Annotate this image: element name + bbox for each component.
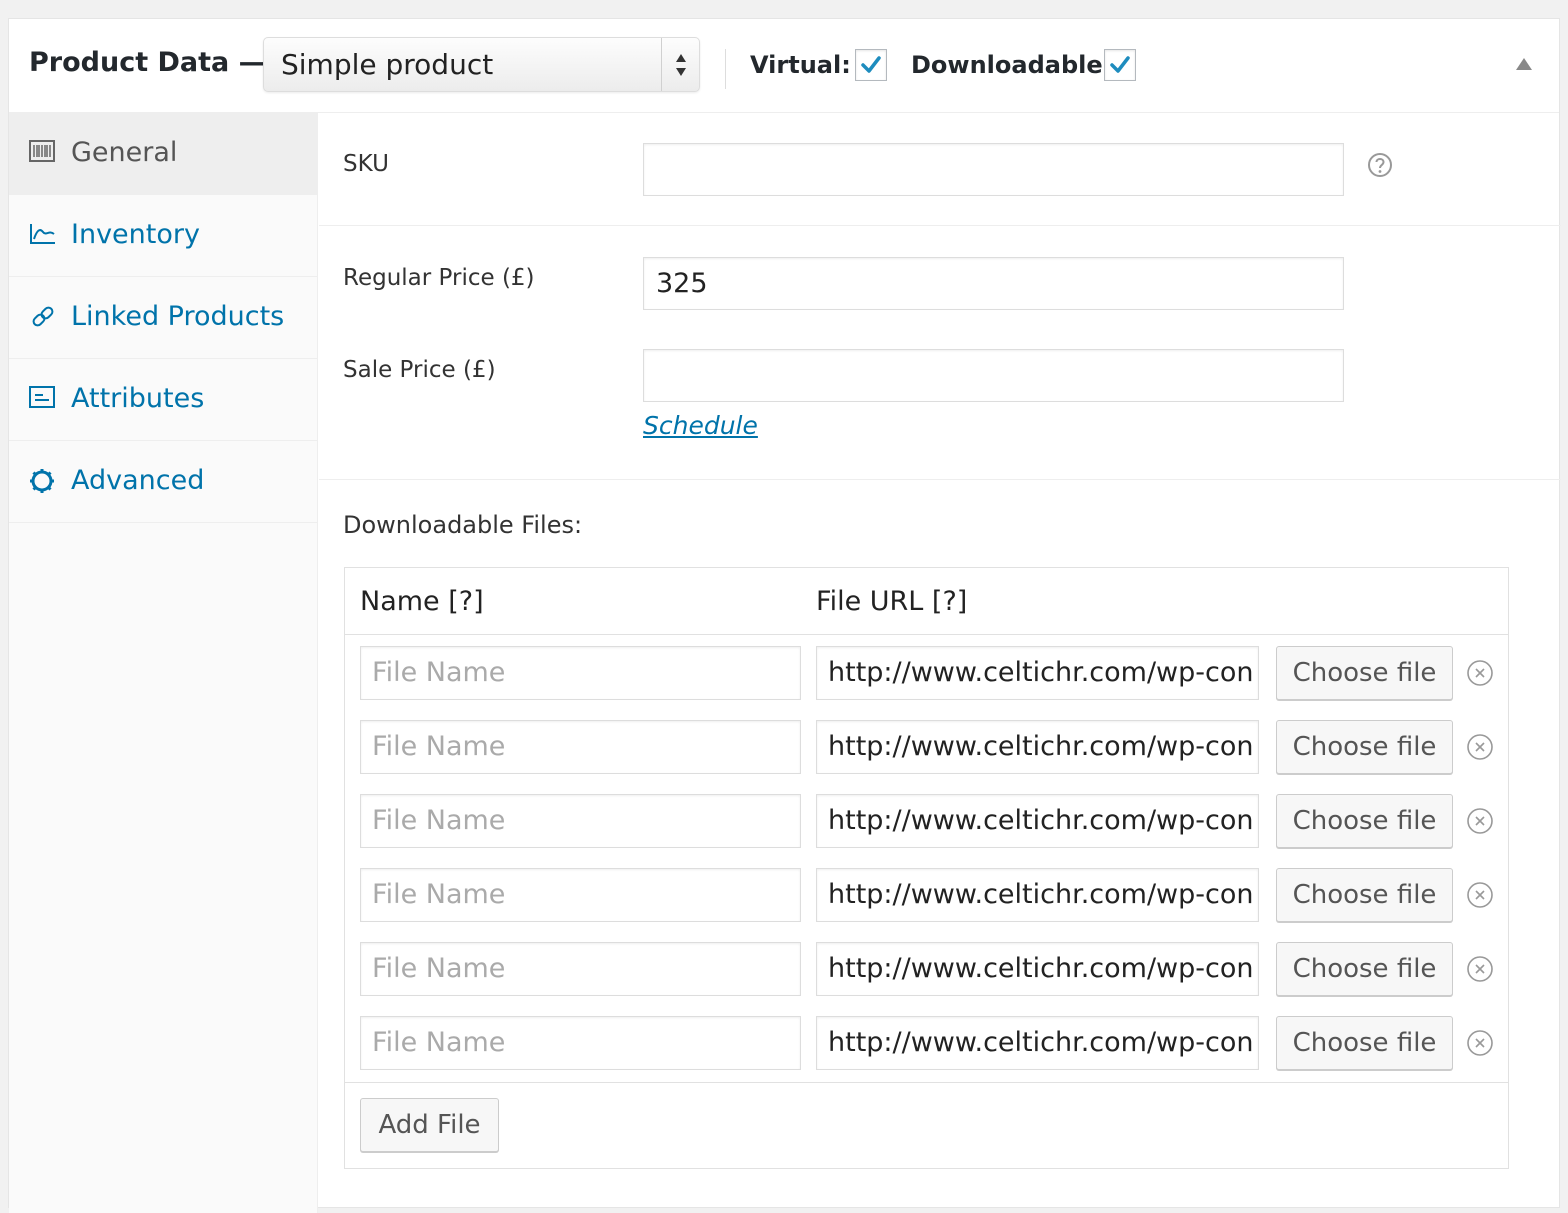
collapse-arrow-icon[interactable] bbox=[1515, 57, 1533, 71]
downloadable-files-label: Downloadable Files: bbox=[343, 511, 583, 539]
file-url-input[interactable]: http://www.celtichr.com/wp-con bbox=[816, 942, 1259, 996]
downloadable-files-table: Name [?] File URL [?] File Name http://ww… bbox=[344, 567, 1509, 1169]
tab-general-label: General bbox=[71, 137, 178, 168]
table-footer-divider bbox=[345, 1082, 1508, 1083]
file-name-input[interactable]: File Name bbox=[360, 1016, 801, 1070]
tab-linked-products-label: Linked Products bbox=[71, 301, 285, 332]
tab-general[interactable]: General bbox=[9, 113, 318, 195]
sale-price-label: Sale Price (£) bbox=[343, 357, 496, 383]
file-url-input[interactable]: http://www.celtichr.com/wp-con bbox=[816, 868, 1259, 922]
section-divider bbox=[319, 479, 1561, 480]
file-name-input[interactable]: File Name bbox=[360, 646, 801, 700]
select-arrows-icon bbox=[661, 38, 699, 91]
choose-file-button[interactable]: Choose file bbox=[1276, 646, 1453, 700]
gear-icon bbox=[30, 469, 54, 493]
tab-attributes-label: Attributes bbox=[71, 383, 205, 414]
tab-linked-products[interactable]: Linked Products bbox=[9, 277, 318, 359]
file-url-input[interactable]: http://www.celtichr.com/wp-con bbox=[816, 1016, 1259, 1070]
name-column-header: Name [?] bbox=[360, 586, 484, 617]
panel-title: Product Data — bbox=[29, 47, 266, 78]
choose-file-button[interactable]: Choose file bbox=[1276, 1016, 1453, 1070]
regular-price-input[interactable]: 325 bbox=[643, 257, 1344, 310]
file-url-input[interactable]: http://www.celtichr.com/wp-con bbox=[816, 646, 1259, 700]
chart-icon bbox=[30, 224, 55, 244]
tab-advanced[interactable]: Advanced bbox=[9, 441, 318, 523]
help-icon[interactable] bbox=[1367, 152, 1393, 178]
file-name-input[interactable]: File Name bbox=[360, 720, 801, 774]
choose-file-button[interactable]: Choose file bbox=[1276, 942, 1453, 996]
sku-label: SKU bbox=[343, 151, 389, 177]
section-divider bbox=[319, 225, 1561, 226]
remove-file-icon[interactable] bbox=[1466, 955, 1494, 983]
choose-file-button[interactable]: Choose file bbox=[1276, 868, 1453, 922]
regular-price-label: Regular Price (£) bbox=[343, 265, 535, 291]
check-icon bbox=[861, 56, 881, 73]
general-tab-panel: SKU Regular Price (£) 325 Sale Price (£)… bbox=[319, 113, 1561, 1213]
product-type-select[interactable]: Simple product bbox=[263, 37, 700, 92]
tab-advanced-label: Advanced bbox=[71, 465, 205, 496]
header-divider bbox=[725, 49, 726, 89]
remove-file-icon[interactable] bbox=[1466, 807, 1494, 835]
add-file-button[interactable]: Add File bbox=[360, 1098, 499, 1152]
url-column-header: File URL [?] bbox=[816, 586, 968, 617]
sale-price-input[interactable] bbox=[643, 349, 1344, 402]
barcode-icon bbox=[29, 140, 55, 162]
file-name-input[interactable]: File Name bbox=[360, 794, 801, 848]
file-url-input[interactable]: http://www.celtichr.com/wp-con bbox=[816, 720, 1259, 774]
virtual-label: Virtual: bbox=[750, 51, 851, 79]
sku-input[interactable] bbox=[643, 143, 1344, 196]
list-icon bbox=[29, 386, 55, 408]
tab-inventory[interactable]: Inventory bbox=[9, 195, 318, 277]
remove-file-icon[interactable] bbox=[1466, 881, 1494, 909]
downloadable-label: Downloadable: bbox=[911, 51, 1113, 79]
table-header-divider bbox=[345, 634, 1508, 635]
remove-file-icon[interactable] bbox=[1466, 1029, 1494, 1057]
file-url-input[interactable]: http://www.celtichr.com/wp-con bbox=[816, 794, 1259, 848]
schedule-link[interactable]: Schedule bbox=[643, 411, 758, 440]
choose-file-button[interactable]: Choose file bbox=[1276, 794, 1453, 848]
virtual-checkbox[interactable] bbox=[855, 49, 887, 81]
product-data-tabs: General Inventory Linked Products Attrib… bbox=[9, 113, 318, 1213]
file-name-input[interactable]: File Name bbox=[360, 868, 801, 922]
product-data-panel: Product Data — Simple product Virtual: D… bbox=[8, 18, 1561, 1213]
panel-header: Product Data — Simple product Virtual: D… bbox=[9, 19, 1559, 113]
choose-file-button[interactable]: Choose file bbox=[1276, 720, 1453, 774]
product-type-value: Simple product bbox=[281, 48, 494, 81]
remove-file-icon[interactable] bbox=[1466, 659, 1494, 687]
file-name-input[interactable]: File Name bbox=[360, 942, 801, 996]
downloadable-checkbox[interactable] bbox=[1104, 49, 1136, 81]
link-icon bbox=[32, 304, 54, 327]
check-icon bbox=[1110, 56, 1130, 73]
tab-inventory-label: Inventory bbox=[71, 219, 200, 250]
remove-file-icon[interactable] bbox=[1466, 733, 1494, 761]
tab-attributes[interactable]: Attributes bbox=[9, 359, 318, 441]
